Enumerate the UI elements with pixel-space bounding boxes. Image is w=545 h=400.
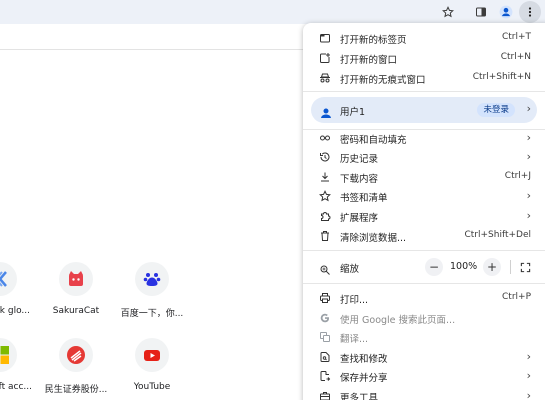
side-panel-icon — [476, 7, 486, 17]
zoom-level: 100% — [450, 261, 478, 272]
zoom-label: 缩放 — [340, 264, 360, 275]
menu-item-clear-data[interactable]: 清除浏览数据... Ctrl+Shift+Del — [303, 226, 545, 246]
chrome-main-menu: 打开新的标签页 Ctrl+T 打开新的窗口 Ctrl+N 打开新的无痕式窗口 C… — [303, 23, 545, 400]
menu-item-more-tools[interactable]: 更多工具 › — [303, 386, 545, 400]
shortcut-label: SakuraCat — [52, 306, 100, 316]
menu-item-history[interactable]: 历史记录 › — [303, 147, 545, 167]
chevron-right-icon: › — [526, 102, 531, 115]
fullscreen-button[interactable] — [519, 261, 531, 273]
menu-item-new-tab[interactable]: 打开新的标签页 Ctrl+T — [303, 28, 545, 48]
zoom-icon — [319, 261, 331, 280]
side-panel-button[interactable] — [470, 1, 492, 23]
menu-item-incognito[interactable]: 打开新的无痕式窗口 Ctrl+Shift+N — [303, 68, 545, 88]
printer-icon — [319, 292, 331, 304]
menu-separator — [303, 250, 545, 251]
chevron-right-icon: › — [526, 369, 531, 382]
find-page-icon — [319, 351, 331, 363]
new-window-icon — [319, 52, 331, 64]
chevron-right-icon: › — [526, 150, 531, 163]
chevron-right-icon: › — [526, 209, 531, 222]
profile-icon — [499, 5, 513, 19]
shortcut-label: rk glo... — [0, 306, 30, 316]
shortcut-label: 民生证券股份... — [44, 385, 108, 395]
save-share-icon — [319, 370, 331, 382]
fullscreen-icon — [520, 262, 530, 272]
zoom-in-button[interactable]: + — [483, 258, 501, 276]
microsoft-logo-icon — [0, 346, 9, 364]
menu-item-save-share[interactable]: 保存并分享 › — [303, 366, 545, 386]
minsheng-logo-icon — [67, 346, 85, 364]
key-icon — [319, 132, 331, 144]
bookmark-star-button[interactable] — [437, 1, 459, 23]
menu-item-find-edit[interactable]: 查找和修改 › — [303, 347, 545, 367]
translate-icon — [319, 331, 331, 343]
zoom-out-button[interactable]: − — [425, 258, 443, 276]
chevron-right-icon: › — [526, 389, 531, 400]
new-tab-icon — [319, 32, 331, 44]
google-g-icon — [319, 312, 331, 324]
menu-item-downloads[interactable]: 下载内容 Ctrl+J — [303, 167, 545, 187]
chevron-right-icon: › — [526, 350, 531, 363]
menu-item-google-search[interactable]: 使用 Google 搜索此页面... — [303, 308, 545, 328]
menu-item-passwords[interactable]: 密码和自动填充 › — [303, 128, 545, 148]
incognito-icon — [319, 72, 331, 84]
zoom-divider — [510, 260, 511, 274]
person-icon — [320, 104, 332, 123]
menu-item-translate[interactable]: 翻译... — [303, 327, 545, 347]
menu-separator — [303, 91, 545, 92]
menu-item-print[interactable]: 打印... Ctrl+P — [303, 288, 545, 308]
shortcut-sakuracat[interactable]: SakuraCat — [36, 262, 116, 316]
baidu-paw-logo-icon — [143, 273, 161, 286]
menu-separator — [303, 283, 545, 284]
menu-item-user-profile[interactable]: 用户1 未登录 › — [311, 97, 537, 123]
download-icon — [319, 171, 331, 183]
signed-out-badge: 未登录 — [477, 103, 515, 117]
trash-icon — [319, 230, 331, 242]
star-icon — [442, 6, 454, 18]
history-icon — [319, 151, 331, 163]
puzzle-icon — [319, 210, 331, 222]
shortcut-tile[interactable]: oft acc... — [0, 338, 40, 392]
shortcut-tile[interactable]: rk glo... — [0, 262, 40, 316]
shortcut-label: oft acc... — [0, 382, 32, 392]
menu-zoom-row: 缩放 − 100% + — [303, 256, 545, 278]
partial-blue-logo-icon — [0, 271, 7, 287]
shortcut-label: YouTube — [133, 382, 171, 392]
toolbox-icon — [319, 390, 331, 400]
menu-item-extensions[interactable]: 扩展程序 › — [303, 206, 545, 226]
menu-item-bookmarks[interactable]: 书签和清单 › — [303, 186, 545, 206]
sakuracat-logo-icon — [69, 271, 83, 286]
youtube-logo-icon — [144, 350, 160, 361]
more-vertical-icon — [528, 7, 532, 17]
shortcut-youtube[interactable]: YouTube — [112, 338, 192, 392]
shortcut-baidu[interactable]: 百度一下，你... — [112, 262, 192, 319]
chrome-menu-button[interactable] — [519, 1, 541, 23]
profile-button[interactable] — [495, 1, 517, 23]
browser-toolbar — [0, 0, 545, 24]
chevron-right-icon: › — [526, 189, 531, 202]
shortcut-label: 百度一下，你... — [120, 309, 184, 319]
menu-item-new-window[interactable]: 打开新的窗口 Ctrl+N — [303, 48, 545, 68]
star-icon — [319, 190, 331, 202]
chevron-right-icon: › — [526, 131, 531, 144]
bookmarks-bar-divider — [0, 49, 305, 50]
shortcut-minsheng[interactable]: 民生证券股份... — [36, 338, 116, 395]
